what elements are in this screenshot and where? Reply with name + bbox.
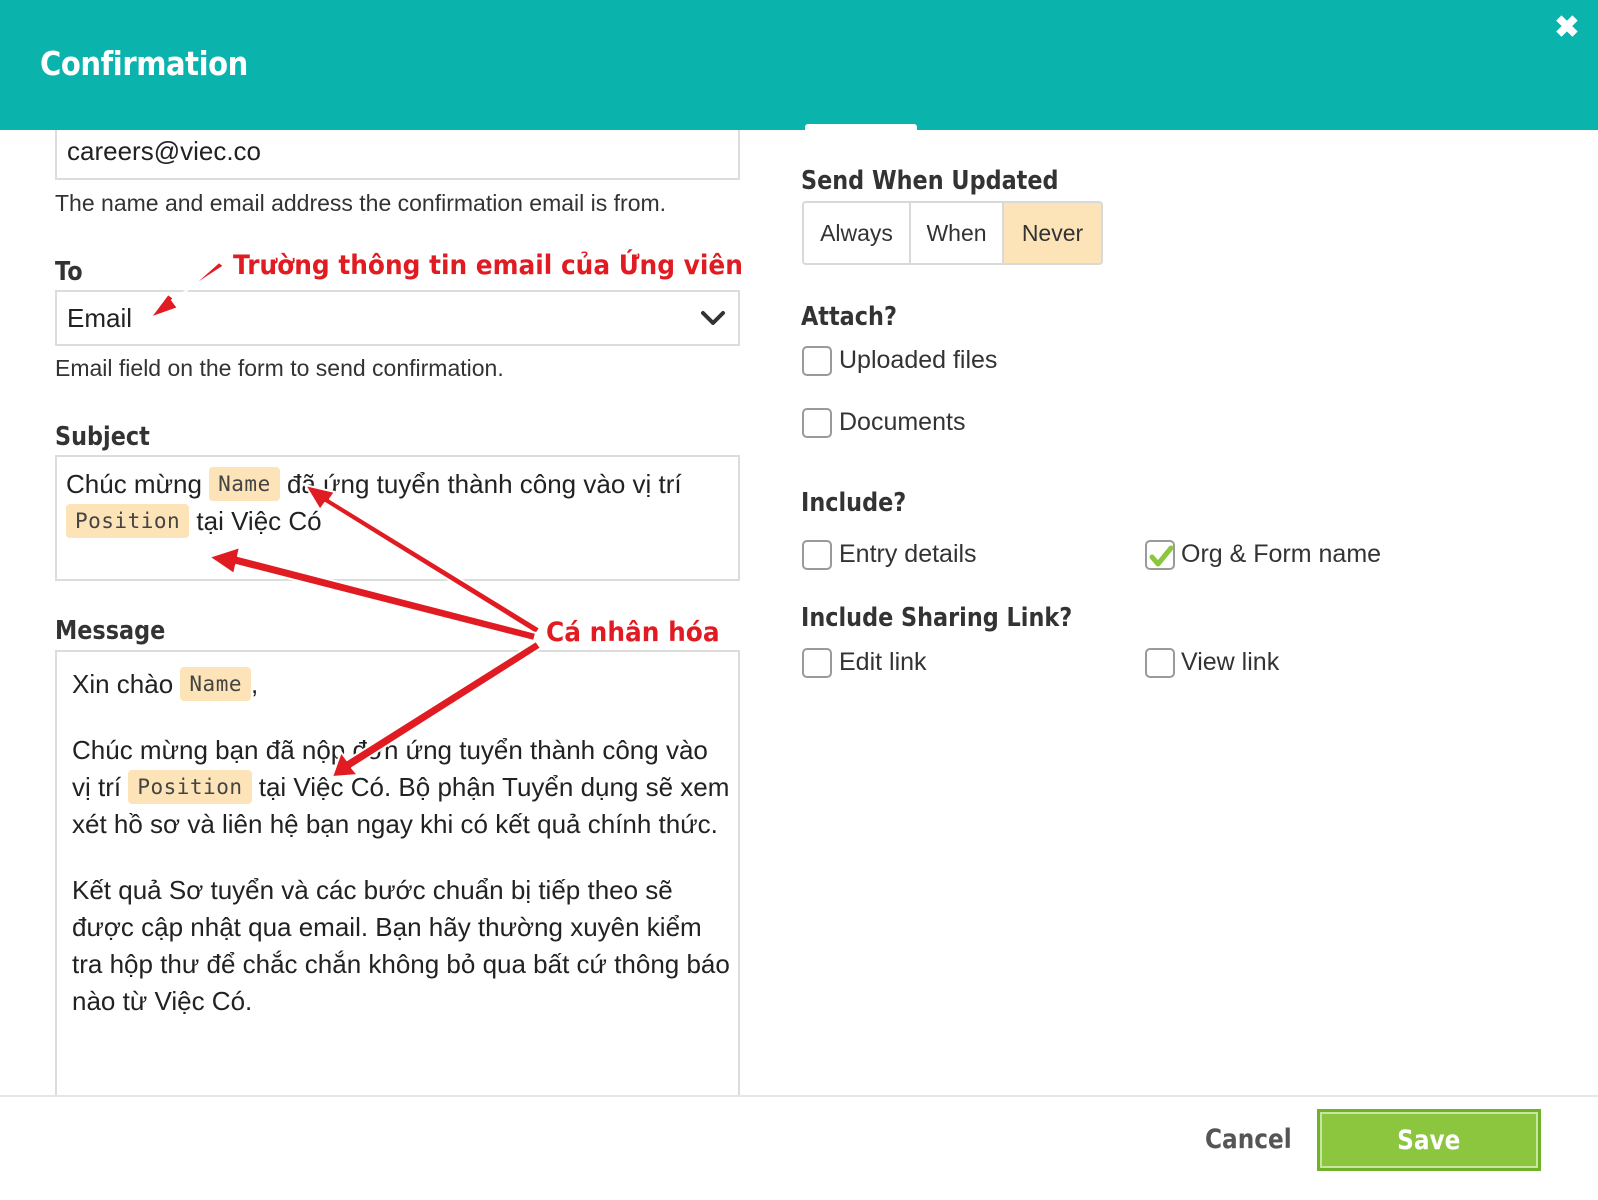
save-button-label: Save bbox=[1397, 1124, 1461, 1156]
send-never-option[interactable]: Never bbox=[1004, 203, 1101, 263]
include-sharing-link-label: Include Sharing Link? bbox=[801, 603, 1073, 633]
subject-part: Chúc mừng bbox=[66, 469, 210, 499]
from-email-field[interactable]: careers@viec.co bbox=[55, 130, 740, 180]
name-merge-tag[interactable]: Name bbox=[209, 467, 280, 501]
message-part: , bbox=[250, 669, 259, 699]
cancel-button[interactable]: Cancel bbox=[1205, 1124, 1292, 1155]
checkmark-icon bbox=[1149, 545, 1174, 567]
documents-checkbox[interactable] bbox=[802, 408, 832, 438]
message-paragraph: Xin chào Name, bbox=[72, 666, 732, 703]
from-help-text: The name and email address the confirmat… bbox=[55, 190, 667, 216]
to-select[interactable]: Email bbox=[55, 290, 740, 346]
to-annotation: Trường thông tin email của Ứng viên bbox=[233, 250, 743, 281]
message-part: Xin chào bbox=[72, 669, 181, 699]
view-link-label: View link bbox=[1181, 648, 1280, 676]
message-label: Message bbox=[55, 616, 166, 646]
send-when-option[interactable]: When bbox=[911, 203, 1004, 263]
to-select-value: Email bbox=[67, 303, 133, 333]
org-form-name-checkbox[interactable] bbox=[1145, 540, 1175, 570]
uploaded-files-label: Uploaded files bbox=[839, 346, 998, 374]
send-always-option[interactable]: Always bbox=[804, 203, 911, 263]
edit-link-label: Edit link bbox=[839, 648, 927, 676]
modal-header: Confirmation ✖ bbox=[0, 0, 1598, 130]
entry-details-checkbox[interactable] bbox=[802, 540, 832, 570]
subject-label: Subject bbox=[55, 422, 150, 452]
org-form-name-label: Org & Form name bbox=[1181, 540, 1382, 568]
name-merge-tag[interactable]: Name bbox=[180, 667, 251, 701]
position-merge-tag[interactable]: Position bbox=[66, 504, 190, 538]
modal-title: Confirmation bbox=[40, 44, 248, 83]
position-merge-tag[interactable]: Position bbox=[128, 770, 252, 804]
include-label: Include? bbox=[801, 488, 907, 518]
view-link-checkbox[interactable] bbox=[1145, 648, 1175, 678]
to-label: To bbox=[55, 257, 83, 287]
uploaded-files-checkbox[interactable] bbox=[802, 346, 832, 376]
message-paragraph: Chúc mừng bạn đã nộp đơn ứng tuyển thành… bbox=[72, 732, 732, 843]
to-help-text: Email field on the form to send confirma… bbox=[55, 355, 504, 381]
close-icon[interactable]: ✖ bbox=[1554, 13, 1580, 43]
documents-label: Documents bbox=[839, 408, 966, 436]
entry-details-label: Entry details bbox=[839, 540, 977, 568]
subject-part: tại Việc Có bbox=[189, 506, 322, 536]
send-when-updated-toggle: Always When Never bbox=[802, 201, 1103, 265]
modal-footer: Cancel Save bbox=[0, 1095, 1598, 1200]
from-email-value: careers@viec.co bbox=[67, 136, 262, 166]
save-button[interactable]: Save bbox=[1317, 1109, 1541, 1171]
subject-part: đã ứng tuyển thành công vào vị trí bbox=[279, 469, 682, 499]
send-when-updated-label: Send When Updated bbox=[801, 166, 1059, 196]
edit-link-checkbox[interactable] bbox=[802, 648, 832, 678]
personalize-annotation: Cá nhân hóa bbox=[546, 617, 720, 648]
attach-label: Attach? bbox=[801, 302, 897, 332]
subject-text: Chúc mừng Name đã ứng tuyển thành công v… bbox=[66, 466, 731, 540]
message-text: Xin chào Name, Chúc mừng bạn đã nộp đơn … bbox=[72, 666, 732, 1049]
chevron-down-icon bbox=[701, 311, 725, 325]
message-paragraph: Kết quả Sơ tuyển và các bước chuẩn bị ti… bbox=[72, 875, 730, 1016]
